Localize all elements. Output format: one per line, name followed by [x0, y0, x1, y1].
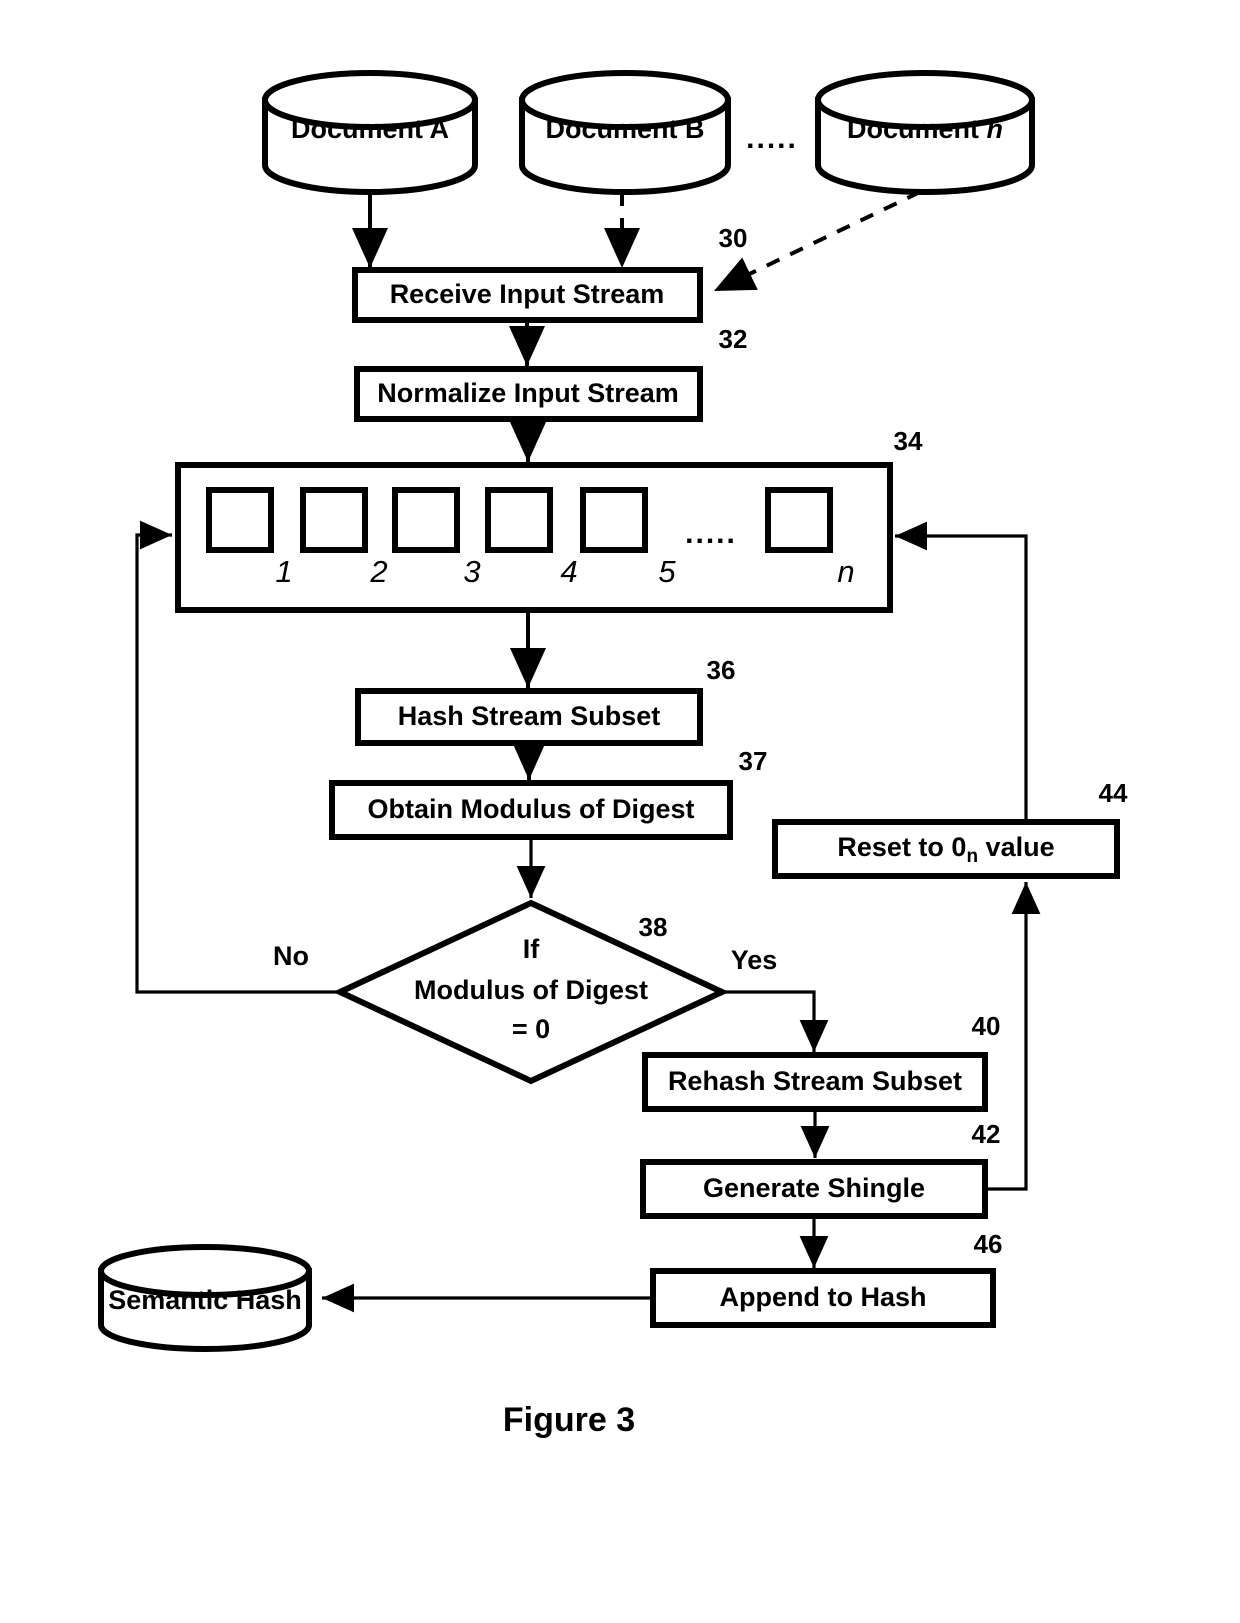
array-cell-2	[300, 487, 368, 553]
ref-number-30: 30	[719, 223, 748, 253]
svg-text:Document n: Document n	[847, 114, 1003, 144]
stream-subset-array: 1 2 3 4 5 n .....	[175, 462, 893, 613]
append-to-hash-box: Append to Hash	[650, 1268, 996, 1328]
branch-label-yes: Yes	[731, 945, 778, 975]
rehash-stream-subset-label: Rehash Stream Subset	[668, 1066, 962, 1096]
receive-input-stream-box: Receive Input Stream	[352, 267, 703, 323]
svg-text:Document A: Document A	[291, 114, 449, 144]
array-cell-5	[580, 487, 648, 553]
document-n-cylinder: Document n	[815, 70, 1035, 195]
generate-shingle-box: Generate Shingle	[640, 1159, 988, 1219]
document-a-label-suffix: A	[430, 114, 450, 144]
ref-number-46: 46	[974, 1229, 1003, 1259]
sources-ellipsis: .....	[746, 122, 798, 155]
decision-line-2: Modulus of Digest	[414, 975, 648, 1005]
array-cell-label-3: 3	[463, 554, 480, 589]
semantic-hash-cylinder: Semantic Hash	[98, 1244, 312, 1352]
reset-to-0n-value-label: Reset to 0n value	[837, 832, 1054, 867]
ref-number-34: 34	[894, 426, 923, 456]
receive-input-stream-label: Receive Input Stream	[390, 279, 665, 309]
reset-label-before: Reset to 0	[837, 832, 966, 862]
append-to-hash-label: Append to Hash	[720, 1282, 927, 1312]
connector-yes-to-rehash	[722, 990, 829, 1052]
generate-shingle-label: Generate Shingle	[703, 1173, 925, 1203]
flowchart-canvas: Document A Document B ..... Document n R…	[98, 70, 1128, 1439]
array-cell-label-2: 2	[369, 554, 387, 589]
ref-number-44: 44	[1099, 778, 1128, 808]
reset-label-after: value	[978, 832, 1055, 862]
decision-line-3: = 0	[512, 1014, 550, 1044]
document-a-cylinder: Document A	[262, 70, 478, 195]
document-b-cylinder: Document B	[519, 70, 731, 195]
reset-to-0n-value-box: Reset to 0n value	[772, 819, 1120, 879]
normalize-input-stream-box: Normalize Input Stream	[354, 366, 703, 422]
ref-number-36: 36	[707, 655, 736, 685]
array-cell-3	[392, 487, 460, 553]
array-cell-4	[485, 487, 553, 553]
document-b-label-suffix: B	[685, 114, 705, 144]
branch-label-no: No	[273, 941, 309, 971]
rehash-stream-subset-box: Rehash Stream Subset	[642, 1052, 988, 1112]
reset-label-subscript: n	[966, 846, 978, 867]
document-n-label-suffix: n	[987, 114, 1004, 144]
obtain-modulus-of-digest-label: Obtain Modulus of Digest	[368, 794, 695, 824]
document-b-label-main: Document	[545, 114, 677, 144]
array-cell-label-5: 5	[658, 554, 676, 589]
semantic-hash-label: Semantic Hash	[108, 1285, 302, 1315]
connector-reset-to-array	[895, 521, 1028, 822]
array-ellipsis: .....	[685, 517, 737, 550]
ref-number-42: 42	[972, 1119, 1001, 1149]
document-n-label-main: Document	[847, 114, 979, 144]
array-cell-1	[206, 487, 274, 553]
ref-number-38: 38	[639, 912, 668, 942]
document-a-label-main: Document	[291, 114, 423, 144]
normalize-input-stream-label: Normalize Input Stream	[377, 378, 679, 408]
figure-caption: Figure 3	[503, 1401, 635, 1439]
obtain-modulus-of-digest-box: Obtain Modulus of Digest	[329, 780, 733, 840]
array-cell-label-4: 4	[560, 554, 577, 589]
array-cell-label-1: 1	[275, 554, 292, 589]
array-cell-label-n: n	[837, 554, 854, 589]
ref-number-32: 32	[719, 324, 748, 354]
hash-stream-subset-box: Hash Stream Subset	[355, 688, 703, 746]
hash-stream-subset-label: Hash Stream Subset	[398, 701, 661, 731]
array-cell-n	[765, 487, 833, 553]
svg-text:Document B: Document B	[545, 114, 704, 144]
figure-3-flowchart: Document A Document B ..... Document n R…	[0, 0, 1240, 1623]
ref-number-37: 37	[739, 746, 768, 776]
decision-line-1: If	[523, 934, 541, 964]
ref-number-40: 40	[972, 1011, 1001, 1041]
